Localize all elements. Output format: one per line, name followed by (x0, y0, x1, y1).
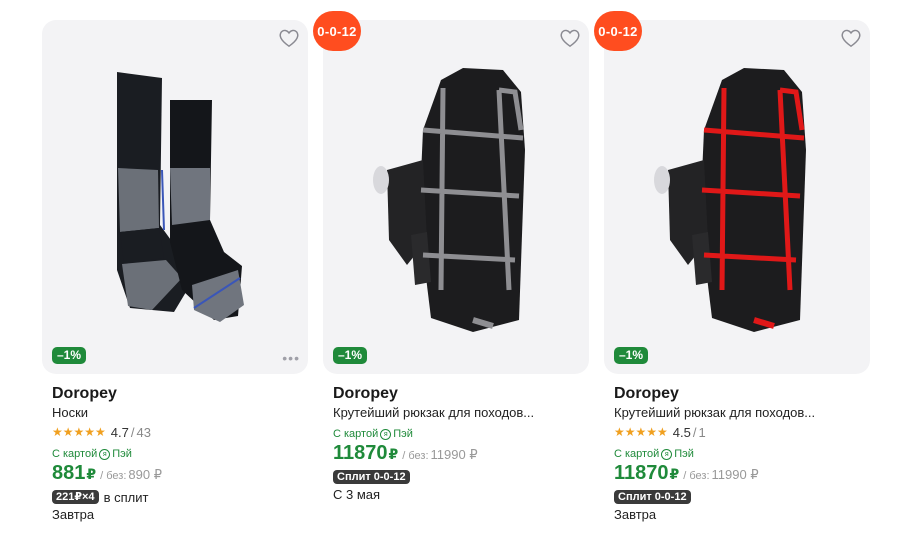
product-info: Doropey Крутейший рюкзак для походов... … (614, 384, 864, 524)
heart-outline-icon[interactable] (840, 28, 862, 48)
pay-logo-icon: я (380, 428, 392, 440)
split-row[interactable]: Сплит 0-0-12 (333, 468, 583, 486)
backpack-image (654, 68, 806, 332)
product-info: Doropey Крутейший рюкзак для походов... … (333, 384, 583, 504)
old-price: 11990 ₽ (711, 467, 759, 482)
old-price-prefix: / без: (402, 450, 429, 462)
card-label-brand: Пэй (393, 428, 413, 440)
rating-stars-icon: ★★★★★ (52, 425, 106, 439)
product-brand[interactable]: Doropey (614, 384, 864, 404)
old-price-prefix: / без: (100, 470, 127, 482)
product-title[interactable]: Крутейший рюкзак для походов... (333, 404, 583, 422)
delivery-date: Завтра (52, 507, 95, 522)
pay-logo-icon: я (661, 448, 673, 460)
product-photo[interactable]: –1% (323, 20, 589, 374)
product-rating[interactable]: ★★★★★ 4.7 / 43 (52, 422, 302, 442)
price-currency: ₽ (86, 466, 97, 482)
product-card[interactable]: –1% 0-0-12 Doropey Крутейший рюкзак для … (313, 11, 589, 540)
product-info: Doropey Носки ★★★★★ 4.7 / 43 С картой я … (52, 384, 302, 524)
discount-badge: –1% (52, 347, 87, 364)
product-title[interactable]: Крутейший рюкзак для походов... (614, 404, 864, 422)
review-count: 43 (136, 424, 151, 440)
pay-logo-icon: я (99, 448, 111, 460)
card-price-label: С картой я Пэй (333, 426, 583, 442)
price-currency: ₽ (669, 466, 680, 482)
delivery-date: С 3 мая (333, 487, 381, 502)
split-row[interactable]: 221₽×4 в сплит (52, 488, 302, 506)
product-rating[interactable]: ★★★★★ 4.5 / 1 (614, 422, 864, 442)
heart-outline-icon[interactable] (278, 28, 300, 48)
backpack-image (373, 68, 525, 332)
product-title[interactable]: Носки (52, 404, 302, 422)
card-label-brand: Пэй (112, 448, 132, 460)
rating-value: 4.7 (110, 424, 129, 440)
more-dots-icon: ••• (282, 350, 300, 366)
delivery-date: Завтра (614, 507, 657, 522)
rating-stars-icon: ★★★★★ (614, 425, 668, 439)
promo-badge: 0-0-12 (594, 11, 642, 51)
card-label-brand: Пэй (674, 448, 694, 460)
product-photo[interactable]: –1% ••• (42, 20, 308, 374)
rating-value: 4.5 (672, 424, 691, 440)
promo-badge: 0-0-12 (313, 11, 361, 51)
discount-badge: –1% (333, 347, 368, 364)
price-currency: ₽ (388, 446, 399, 462)
price: 881 (52, 462, 86, 484)
split-tag: Сплит 0-0-12 (333, 470, 410, 484)
card-price-label: С картой я Пэй (614, 446, 864, 462)
price-row: 881 ₽ / без: 890 ₽ (52, 462, 302, 488)
review-count: 1 (698, 424, 706, 440)
old-price-prefix: / без: (683, 470, 710, 482)
split-tag: Сплит 0-0-12 (614, 490, 691, 504)
product-card[interactable]: –1% 0-0-12 Doropey Крутейший рюкзак для … (594, 11, 870, 540)
product-brand[interactable]: Doropey (52, 384, 302, 404)
old-price: 11990 ₽ (430, 447, 478, 462)
product-brand[interactable]: Doropey (333, 384, 583, 404)
old-price: 890 ₽ (128, 467, 162, 482)
card-price-label: С картой я Пэй (52, 446, 302, 462)
split-text: в сплит (103, 489, 149, 505)
discount-badge: –1% (614, 347, 649, 364)
price-row: 11870 ₽ / без: 11990 ₽ (333, 442, 583, 468)
price: 11870 (614, 462, 669, 484)
split-tag: 221₽×4 (52, 490, 99, 504)
price-row: 11870 ₽ / без: 11990 ₽ (614, 462, 864, 488)
product-card[interactable]: –1% ••• Doropey Носки ★★★★★ 4.7 / 43 С к… (42, 20, 308, 540)
rating-separator: / (692, 424, 697, 440)
card-label-text: С картой (333, 428, 379, 440)
heart-outline-icon[interactable] (559, 28, 581, 48)
card-label-text: С картой (614, 448, 660, 460)
split-row[interactable]: Сплит 0-0-12 (614, 488, 864, 506)
card-label-text: С картой (52, 448, 98, 460)
product-photo[interactable]: –1% (604, 20, 870, 374)
socks-image (117, 72, 244, 322)
price: 11870 (333, 442, 388, 464)
rating-separator: / (130, 424, 135, 440)
